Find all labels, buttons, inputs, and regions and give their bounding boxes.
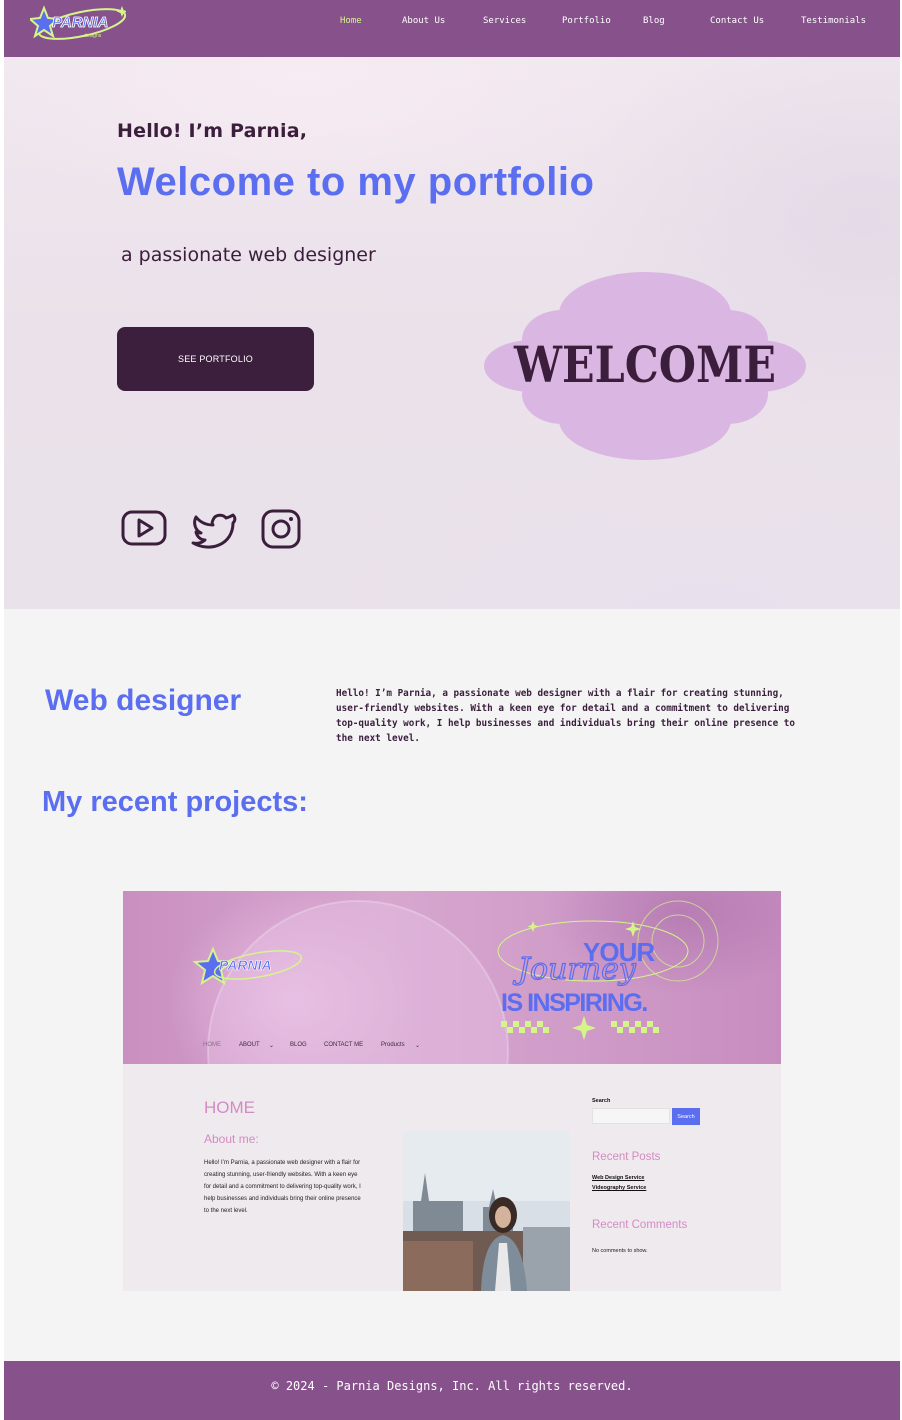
page: PARNIA designs Home About Us Services Po… xyxy=(4,0,900,1420)
preview-post-link: Web Design Service xyxy=(592,1175,645,1181)
nav-contact-us[interactable]: Contact Us xyxy=(710,16,764,26)
youtube-icon[interactable] xyxy=(120,509,168,549)
preview-banner: PARNIA YOUR Journey IS INSPIRING. HOME A… xyxy=(123,891,781,1064)
preview-nav-products: Products xyxy=(381,1042,405,1048)
parnia-logo[interactable]: PARNIA designs xyxy=(30,2,126,46)
footer-copyright: © 2024 - Parnia Designs, Inc. All rights… xyxy=(271,1379,633,1393)
preview-nav-home: HOME xyxy=(203,1042,221,1048)
about-paragraph: Hello! I’m Parnia, a passionate web desi… xyxy=(336,688,795,744)
twitter-icon[interactable] xyxy=(191,509,239,549)
preview-logo-wordmark: PARNIA xyxy=(219,957,272,973)
project-preview-card[interactable]: PARNIA YOUR Journey IS INSPIRING. HOME A… xyxy=(123,891,781,1291)
preview-banner-line-2: Journey xyxy=(512,952,637,987)
preview-no-comments-text: No comments to show. xyxy=(592,1248,648,1254)
nav-testimonials[interactable]: Testimonials xyxy=(801,16,866,26)
preview-nav-contact: CONTACT ME xyxy=(324,1042,364,1048)
preview-recent-comments-heading: Recent Comments xyxy=(592,1219,688,1231)
preview-nav-about: ABOUT xyxy=(239,1042,260,1048)
nav-blog[interactable]: Blog xyxy=(643,16,665,26)
logo-wordmark: PARNIA xyxy=(52,14,108,31)
preview-search-label: Search xyxy=(592,1098,611,1104)
recent-projects-heading: My recent projects: xyxy=(42,786,308,818)
welcome-badge-text: WELCOME xyxy=(513,335,776,394)
nav-home[interactable]: Home xyxy=(340,16,362,26)
preview-portrait-photo xyxy=(403,1131,570,1291)
preview-post-link: Videography Service xyxy=(592,1185,647,1191)
preview-banner-line-3: IS INSPIRING. xyxy=(501,989,647,1017)
preview-subheading: About me: xyxy=(204,1132,259,1146)
nav-services[interactable]: Services xyxy=(483,16,526,26)
welcome-cloud-badge: WELCOME xyxy=(484,272,806,460)
preview-nav-blog: BLOG xyxy=(290,1042,307,1048)
role-heading: Web designer xyxy=(45,684,242,717)
preview-nav-about-chevron-icon: ⌄ xyxy=(269,1043,275,1049)
instagram-icon[interactable] xyxy=(258,509,306,549)
hero-title: Welcome to my portfolio xyxy=(117,160,595,204)
nav-portfolio[interactable]: Portfolio xyxy=(562,16,611,26)
preview-paragraph: Hello! I’m Parnia, a passionate web desi… xyxy=(204,1160,361,1214)
preview-nav-products-chevron-icon: ⌄ xyxy=(415,1043,421,1049)
hero-greeting: Hello! I’m Parnia, xyxy=(117,120,308,142)
see-portfolio-button[interactable]: SEE PORTFOLIO xyxy=(117,327,314,391)
preview-search-input xyxy=(592,1108,670,1124)
preview-heading: HOME xyxy=(204,1098,255,1117)
preview-recent-posts-heading: Recent Posts xyxy=(592,1151,661,1163)
preview-search-button: Search xyxy=(672,1108,700,1125)
svg-text:designs: designs xyxy=(84,33,102,39)
hero-tagline: a passionate web designer xyxy=(121,244,376,266)
nav-about-us[interactable]: About Us xyxy=(402,16,445,26)
top-navigation-bar: PARNIA designs Home About Us Services Po… xyxy=(4,0,900,57)
preview-banner-art: PARNIA YOUR Journey IS INSPIRING. xyxy=(192,900,719,1064)
